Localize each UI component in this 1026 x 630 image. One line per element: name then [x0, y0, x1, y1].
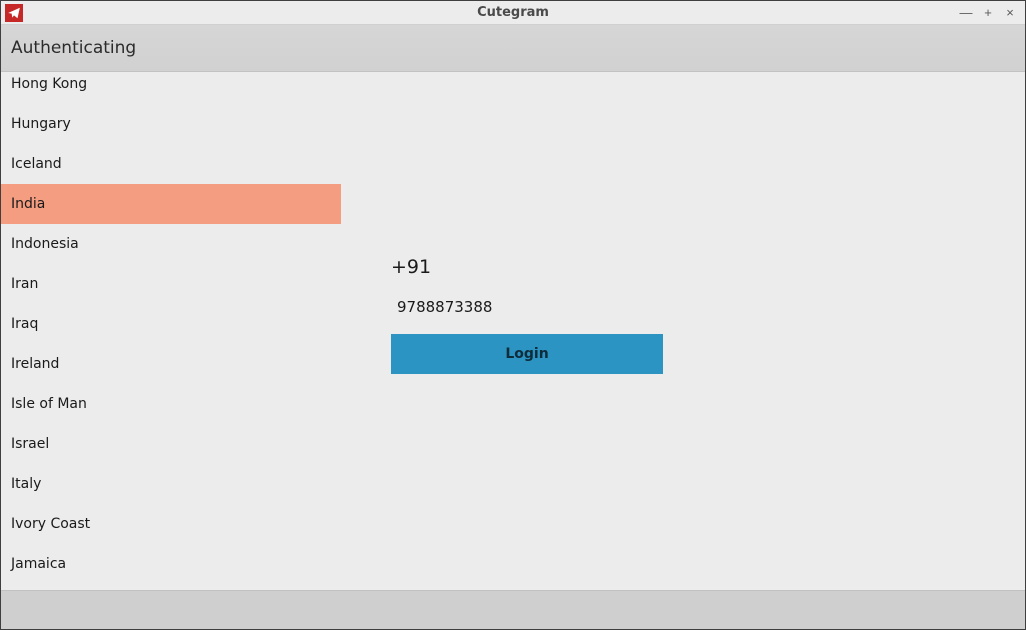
country-label: Indonesia	[11, 236, 79, 252]
country-label: Hong Kong	[11, 76, 87, 92]
calling-code: +91	[391, 256, 663, 278]
country-label: Isle of Man	[11, 396, 87, 412]
list-item[interactable]: Hungary	[1, 104, 341, 144]
page-header: Authenticating	[1, 25, 1025, 72]
page-title: Authenticating	[11, 38, 136, 58]
country-label: Italy	[11, 476, 41, 492]
window-controls: — + ×	[959, 1, 1025, 25]
country-label: India	[11, 196, 45, 212]
window-title: Cutegram	[1, 5, 1025, 20]
list-item[interactable]: Jamaica	[1, 544, 341, 584]
app-icon	[5, 4, 23, 22]
phone-input[interactable]	[391, 296, 663, 318]
country-list[interactable]: Hong Kong Hungary Iceland India Indonesi…	[1, 72, 341, 584]
login-button[interactable]: Login	[391, 334, 663, 374]
list-item[interactable]: Ireland	[1, 344, 341, 384]
country-label: Iraq	[11, 316, 38, 332]
list-item[interactable]: India	[1, 184, 341, 224]
minimize-icon[interactable]: —	[959, 1, 973, 25]
country-label: Hungary	[11, 116, 71, 132]
list-item[interactable]: Iraq	[1, 304, 341, 344]
window-titlebar: Cutegram — + ×	[1, 1, 1025, 25]
list-item[interactable]: Iran	[1, 264, 341, 304]
country-label: Iceland	[11, 156, 62, 172]
maximize-icon[interactable]: +	[981, 1, 995, 25]
list-item[interactable]: Hong Kong	[1, 72, 341, 104]
country-label: Iran	[11, 276, 38, 292]
list-item[interactable]: Isle of Man	[1, 384, 341, 424]
country-label: Jamaica	[11, 556, 66, 572]
country-label: Ireland	[11, 356, 59, 372]
list-item[interactable]: Indonesia	[1, 224, 341, 264]
country-label: Israel	[11, 436, 49, 452]
country-label: Ivory Coast	[11, 516, 90, 532]
list-item[interactable]: Iceland	[1, 144, 341, 184]
footer-bar	[1, 590, 1025, 629]
close-icon[interactable]: ×	[1003, 1, 1017, 25]
login-form: +91 Login	[391, 256, 663, 374]
content-area: Hong Kong Hungary Iceland India Indonesi…	[1, 72, 1025, 590]
list-item[interactable]: Israel	[1, 424, 341, 464]
list-item[interactable]: Ivory Coast	[1, 504, 341, 544]
list-item[interactable]: Italy	[1, 464, 341, 504]
